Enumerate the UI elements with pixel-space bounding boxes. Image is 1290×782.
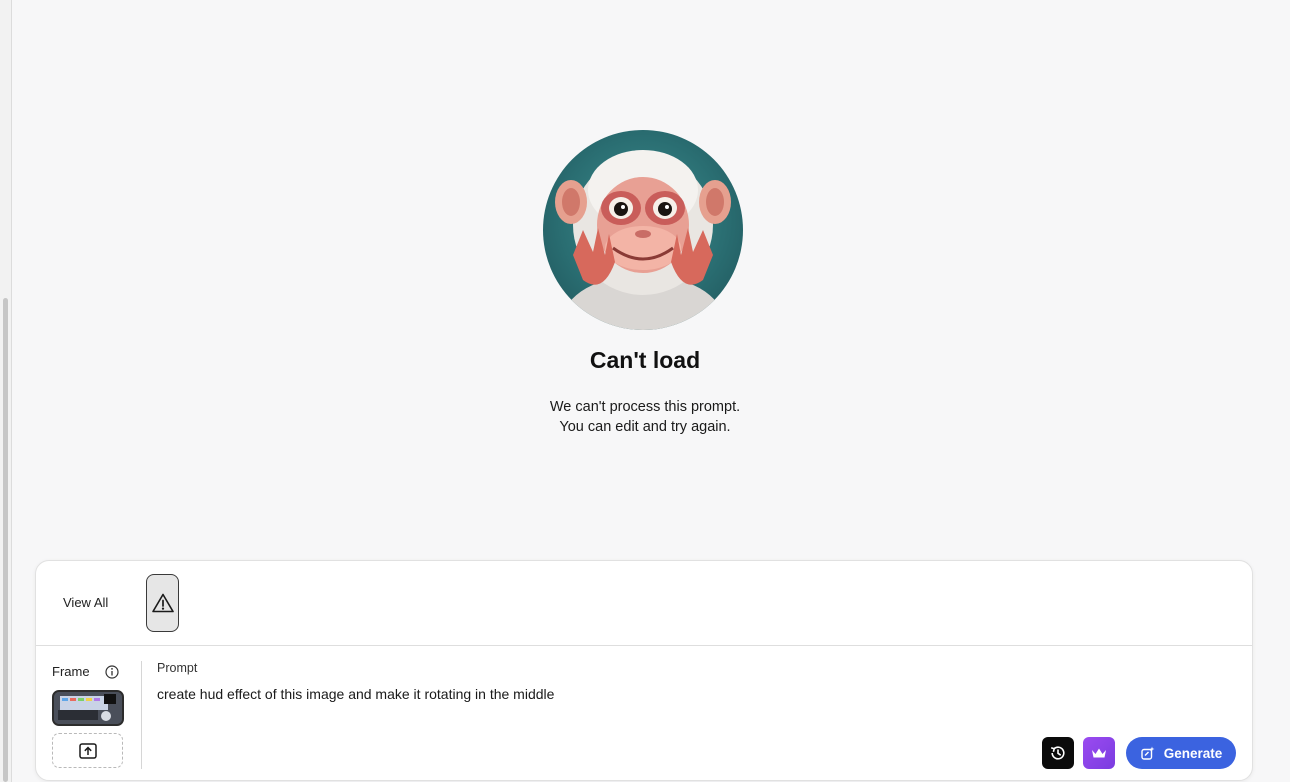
- generation-gallery: View All: [36, 561, 1252, 646]
- generate-label: Generate: [1163, 745, 1223, 761]
- info-icon[interactable]: [105, 665, 119, 679]
- frame-label: Frame: [52, 664, 90, 679]
- prompt-label: Prompt: [157, 661, 198, 675]
- error-title: Can't load: [589, 347, 701, 373]
- left-scrollbar[interactable]: [0, 0, 12, 782]
- premium-button[interactable]: [1083, 737, 1115, 769]
- error-message: We can't process this prompt. You can ed…: [0, 397, 1290, 437]
- prompt-input[interactable]: create hud effect of this image and make…: [157, 686, 554, 702]
- upload-icon: [78, 742, 97, 759]
- generate-icon: [1141, 746, 1155, 760]
- history-icon: [1050, 746, 1065, 760]
- crown-icon: [1092, 748, 1106, 758]
- monkey-illustration-icon: [555, 150, 731, 330]
- generate-button[interactable]: Generate: [1126, 737, 1236, 769]
- failed-generation-thumbnail[interactable]: [146, 574, 179, 632]
- prompt-panel: View All Frame Prompt create hud effect …: [35, 560, 1253, 781]
- error-message-line-2: You can edit and try again.: [559, 419, 731, 435]
- view-all-link[interactable]: View All: [63, 595, 108, 610]
- warning-icon: [151, 593, 174, 613]
- frame-image-thumbnail[interactable]: [52, 690, 124, 726]
- upload-frame-button[interactable]: [52, 733, 123, 768]
- panel-divider: [141, 661, 142, 769]
- frame-preview-image: [54, 692, 122, 724]
- history-button[interactable]: [1042, 737, 1074, 769]
- error-illustration: [543, 130, 743, 330]
- error-message-line-1: We can't process this prompt.: [549, 399, 741, 415]
